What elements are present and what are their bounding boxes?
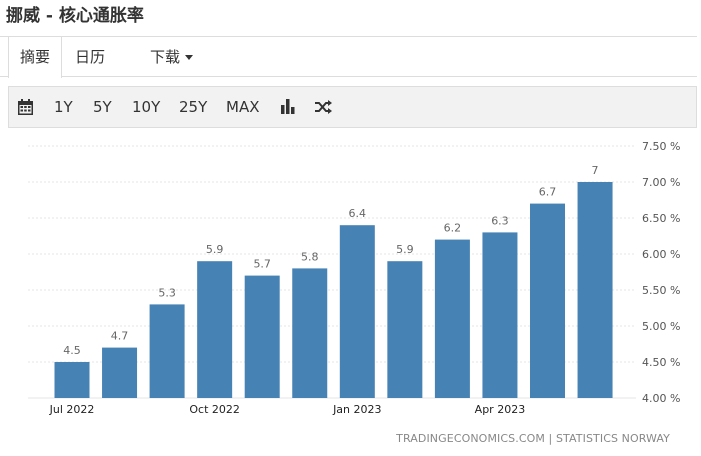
bar [54,362,90,398]
y-tick-label: 4.00 % [642,392,680,405]
y-tick-label: 5.50 % [642,284,680,297]
y-axis: 4.00 % 4.50 % 5.00 % 5.50 % 6.00 % 6.50 % 7.00… [642,140,680,405]
bar-chart: 4.5 4.7 5.3 5.9 5.7 5.8 6.4 5.9 6.2 6.3 6.7 7 4.00 … [28,140,680,416]
y-tick-label: 5.00 % [642,320,680,333]
x-tick-label: Jan 2023 [332,403,381,416]
bar [387,261,423,398]
range-25y-button[interactable]: 25Y [179,87,207,127]
page-title: 挪威 - 核心通胀率 [6,6,144,26]
range-1y-button[interactable]: 1Y [54,87,73,127]
x-tick-label: Jul 2022 [49,403,95,416]
tab-calendar[interactable]: 日历 [75,37,105,77]
chart-toolbar: 1Y 5Y 10Y 25Y MAX [8,86,697,128]
bar-value-label: 4.7 [111,330,129,343]
calendar-icon[interactable] [18,99,33,119]
bar-value-label: 5.7 [253,258,271,271]
source-credit: TRADINGECONOMICS.COM | STATISTICS NORWAY [396,432,670,445]
shuffle-icon[interactable] [315,99,332,118]
x-axis: Jul 2022 Oct 2022 Jan 2023 Apr 2023 [49,403,526,416]
caret-down-icon [185,55,194,60]
bar [482,232,518,398]
bar-value-label: 4.5 [63,344,81,357]
bar [339,225,375,398]
x-tick-label: Oct 2022 [189,403,240,416]
y-tick-label: 6.50 % [642,212,680,225]
bar [292,268,328,398]
bar [244,275,280,398]
data-labels: 4.5 4.7 5.3 5.9 5.7 5.8 6.4 5.9 6.2 6.3 6.7 7 [63,164,598,357]
bar [149,304,185,398]
bar-value-label: 6.7 [539,186,557,199]
y-tick-label: 7.00 % [642,176,680,189]
y-tick-label: 6.00 % [642,248,680,261]
bar [102,347,138,398]
tab-download-label: 下载 [150,48,181,66]
bar-value-label: 6.4 [349,207,367,220]
bar [577,182,613,398]
bar-value-label: 6.3 [491,214,509,227]
bar-value-label: 6.2 [444,222,462,235]
bar [530,203,565,398]
bar-value-label: 7 [592,164,599,177]
tab-bar: 摘要 日历 下载 [0,36,697,78]
range-max-button[interactable]: MAX [226,87,259,127]
bar-value-label: 5.9 [396,243,414,256]
bar-value-label: 5.3 [158,286,176,299]
bar [434,239,470,398]
bar-value-label: 5.9 [206,243,224,256]
bar [197,261,233,398]
bar-value-label: 5.8 [301,250,319,263]
y-tick-label: 4.50 % [642,356,680,369]
tab-summary[interactable]: 摘要 [8,37,62,78]
tab-download[interactable]: 下载 [150,37,194,77]
bar-chart-icon[interactable] [281,99,295,118]
y-tick-label: 7.50 % [642,140,680,153]
range-5y-button[interactable]: 5Y [93,87,112,127]
x-tick-label: Apr 2023 [475,403,526,416]
range-10y-button[interactable]: 10Y [132,87,160,127]
